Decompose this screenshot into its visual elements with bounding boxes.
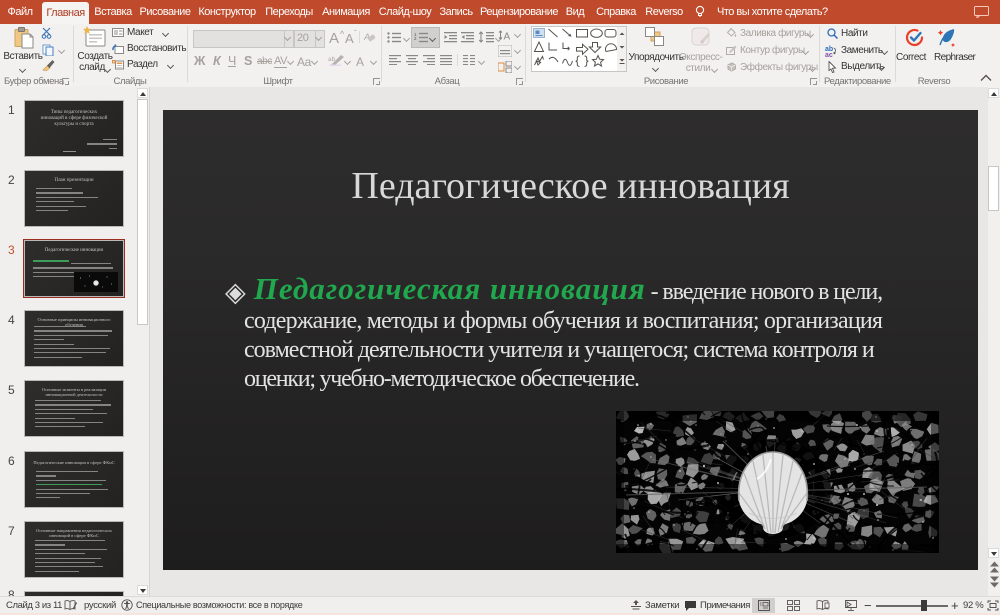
svg-text:ac: ac: [825, 52, 833, 57]
svg-text:A: A: [504, 32, 511, 42]
svg-text:2: 2: [414, 36, 417, 41]
